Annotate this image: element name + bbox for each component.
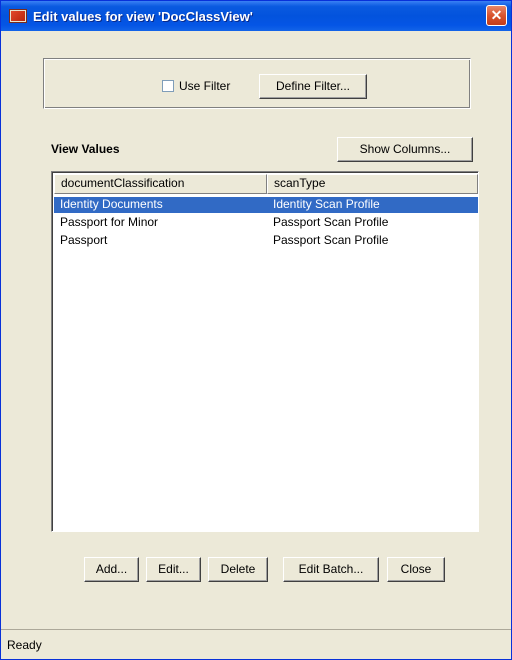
table-header: documentClassification scanType <box>54 174 478 194</box>
column-header-document-classification[interactable]: documentClassification <box>54 174 267 194</box>
cell-document-classification: Passport for Minor <box>60 215 159 229</box>
window-title: Edit values for view 'DocClassView' <box>33 8 253 24</box>
status-text: Ready <box>7 638 42 652</box>
table-row[interactable]: Passport for Minor Passport Scan Profile <box>54 215 478 231</box>
close-button[interactable]: Close <box>387 557 445 582</box>
filter-group: Use Filter Define Filter... <box>43 58 471 109</box>
edit-button[interactable]: Edit... <box>146 557 201 582</box>
column-header-scan-type[interactable]: scanType <box>267 174 478 194</box>
cell-document-classification: Identity Documents <box>60 197 163 211</box>
view-values-label: View Values <box>51 142 120 156</box>
cell-scan-type: Passport Scan Profile <box>273 233 389 247</box>
cell-scan-type: Identity Scan Profile <box>273 197 380 211</box>
delete-button[interactable]: Delete <box>208 557 268 582</box>
add-button[interactable]: Add... <box>84 557 139 582</box>
define-filter-button[interactable]: Define Filter... <box>259 74 367 99</box>
dialog-window: Edit values for view 'DocClassView' ✕ Us… <box>0 0 512 660</box>
checkbox-icon[interactable] <box>162 80 174 92</box>
table-row[interactable]: Identity Documents Identity Scan Profile <box>54 197 478 213</box>
app-icon <box>9 9 27 23</box>
title-bar[interactable]: Edit values for view 'DocClassView' ✕ <box>1 1 511 31</box>
values-table[interactable]: documentClassification scanType Identity… <box>51 171 479 532</box>
cell-scan-type: Passport Scan Profile <box>273 215 389 229</box>
edit-batch-button[interactable]: Edit Batch... <box>283 557 379 582</box>
table-row[interactable]: Passport Passport Scan Profile <box>54 233 478 249</box>
close-icon[interactable]: ✕ <box>486 5 507 26</box>
status-bar: Ready <box>1 629 511 659</box>
use-filter-checkbox[interactable]: Use Filter <box>162 79 230 93</box>
use-filter-label: Use Filter <box>179 79 231 93</box>
show-columns-button[interactable]: Show Columns... <box>337 137 473 162</box>
cell-document-classification: Passport <box>60 233 108 247</box>
